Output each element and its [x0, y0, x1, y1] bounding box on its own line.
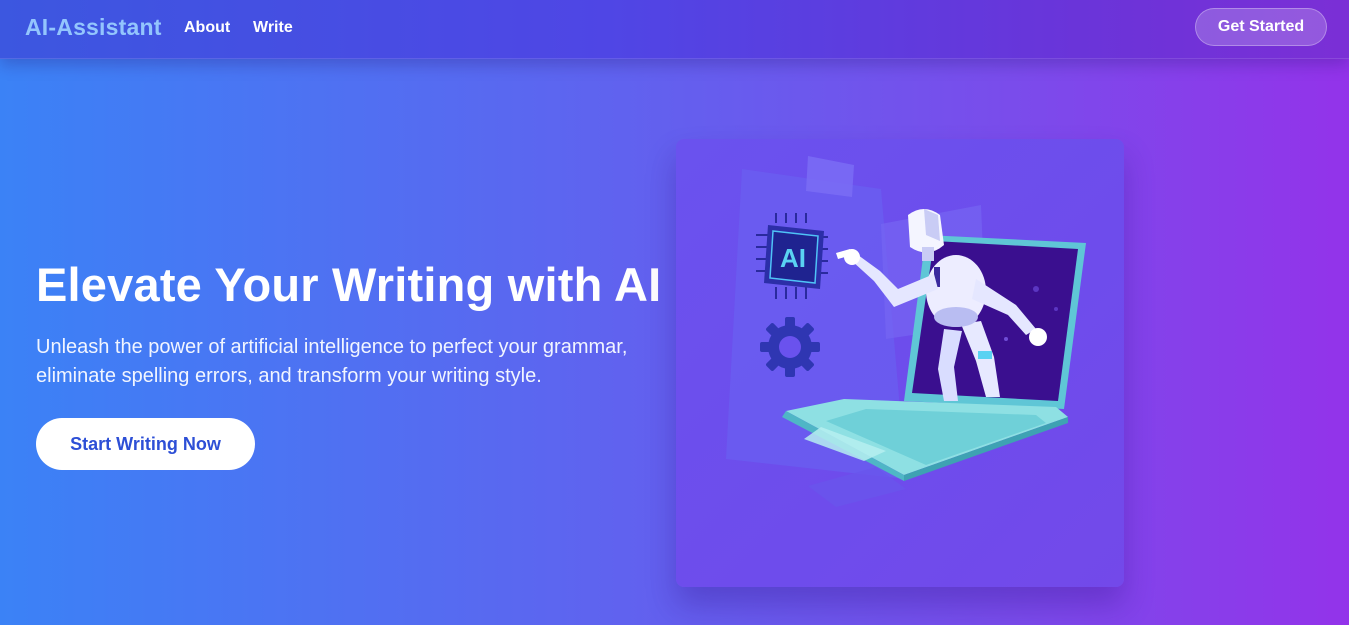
hero-title: Elevate Your Writing with AI: [36, 258, 662, 311]
gear-icon: [760, 317, 820, 377]
hero-subtitle: Unleash the power of artificial intellig…: [36, 336, 628, 387]
get-started-button[interactable]: Get Started: [1195, 8, 1327, 46]
top-navbar: AI-Assistant About Write Get Started: [0, 0, 1349, 59]
hero-illustration: AI: [676, 139, 1124, 587]
brand-logo[interactable]: AI-Assistant: [25, 14, 162, 41]
nav-link-write[interactable]: Write: [253, 19, 293, 37]
robot-laptop-illustration: AI: [726, 156, 1086, 507]
svg-text:AI: AI: [780, 243, 806, 273]
start-writing-button[interactable]: Start Writing Now: [36, 418, 255, 470]
nav-link-about[interactable]: About: [184, 19, 230, 37]
